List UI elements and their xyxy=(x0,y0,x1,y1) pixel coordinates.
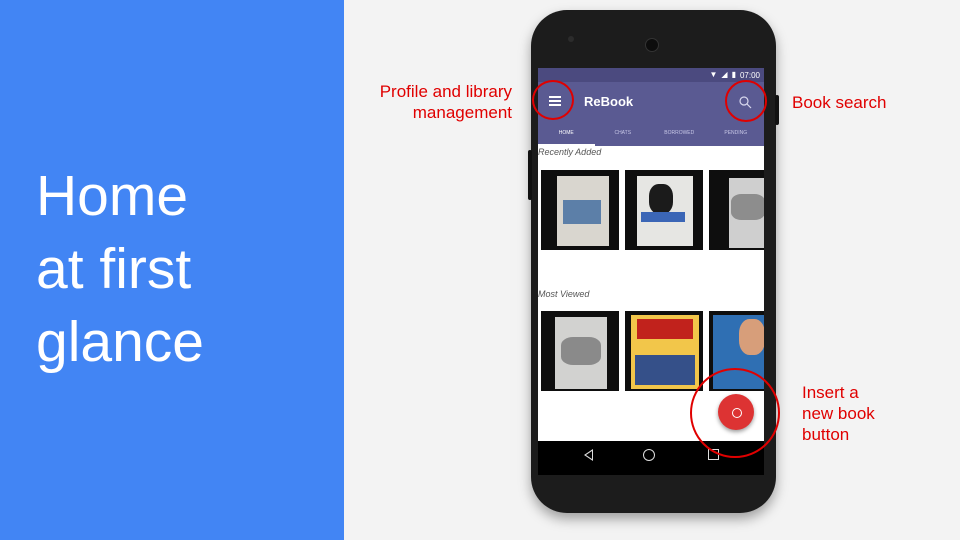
slide-title-panel: Home at first glance xyxy=(0,0,344,540)
section-recently-added: Recently Added xyxy=(538,147,602,157)
tab-borrowed[interactable]: BORROWED xyxy=(651,122,708,146)
slide-title-line-1: Home xyxy=(36,164,189,228)
signal-icon: ◢ xyxy=(721,70,728,79)
annotation-search: Book search xyxy=(792,93,887,112)
annotation-profile-line-2: management xyxy=(412,103,512,122)
book-card[interactable] xyxy=(709,170,764,250)
annotation-insert: Insert a new book button xyxy=(802,382,875,445)
slide-title-line-2: at first xyxy=(36,237,192,301)
annotation-circle-search xyxy=(725,80,767,122)
annotation-insert-line-1: Insert a xyxy=(802,383,859,402)
book-card[interactable] xyxy=(541,311,619,391)
phone-speaker xyxy=(568,36,574,42)
slide-title: Home at first glance xyxy=(36,160,204,379)
tab-bar: HOME CHATS BORROWED PENDING xyxy=(538,122,764,146)
annotation-profile-line-1: Profile and library xyxy=(379,82,512,101)
phone-camera xyxy=(645,38,659,52)
tab-pending[interactable]: PENDING xyxy=(708,122,765,146)
phone-power-button xyxy=(775,95,779,125)
status-bar: ▼ ◢ ▮ 07:00 xyxy=(538,68,764,82)
annotation-insert-line-2: new book xyxy=(802,404,875,423)
book-card[interactable] xyxy=(625,311,703,391)
annotation-insert-line-3: button xyxy=(802,425,850,444)
section-most-viewed: Most Viewed xyxy=(538,289,590,299)
tab-chats[interactable]: CHATS xyxy=(595,122,652,146)
slide-title-line-3: glance xyxy=(36,310,204,374)
book-card[interactable] xyxy=(541,170,619,250)
phone-side-button xyxy=(528,150,532,200)
annotation-circle-menu xyxy=(532,80,574,120)
back-icon[interactable] xyxy=(584,449,593,461)
annotation-circle-fab xyxy=(690,368,780,458)
home-icon[interactable] xyxy=(643,449,655,461)
tab-home[interactable]: HOME xyxy=(538,122,595,146)
battery-icon: ▮ xyxy=(731,70,736,79)
book-card[interactable] xyxy=(625,170,703,250)
wifi-icon: ▼ xyxy=(709,70,718,79)
annotation-profile: Profile and library management xyxy=(356,81,512,123)
app-title: ReBook xyxy=(584,94,634,109)
status-time: 07:00 xyxy=(739,70,760,80)
